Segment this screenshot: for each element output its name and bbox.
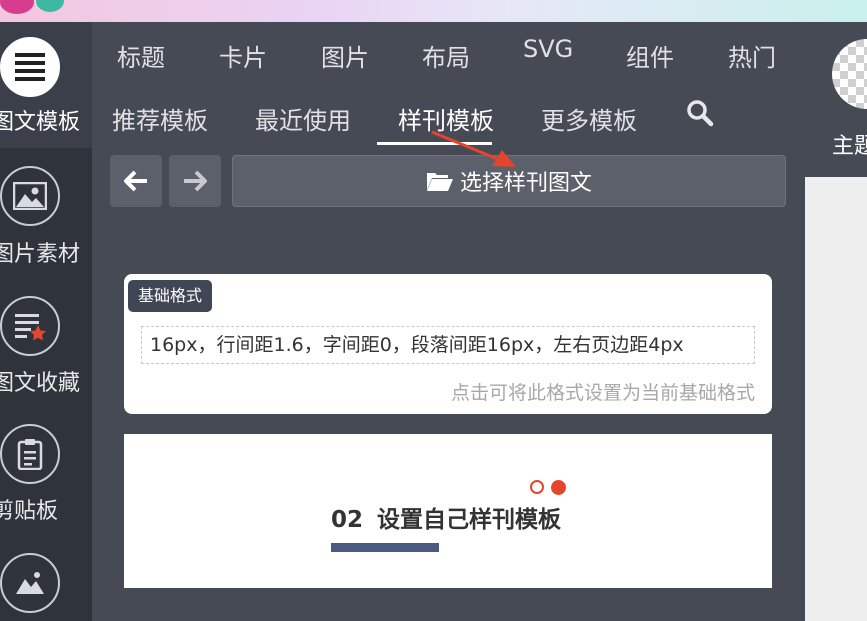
theme-label: 主题 xyxy=(832,134,867,159)
right-panel xyxy=(805,177,867,621)
nav-image[interactable]: 图片 xyxy=(321,38,369,73)
search-icon[interactable] xyxy=(686,99,714,131)
format-text: 16px，行间距1.6，字间距0，段落间距16px，左右页边距4px xyxy=(141,326,755,364)
logo-green-icon xyxy=(36,0,64,12)
filled-dot-icon xyxy=(551,480,566,495)
tab-sample-templates[interactable]: 样刊模板 xyxy=(398,101,494,136)
base-format-badge: 基础格式 xyxy=(128,280,213,312)
top-strip xyxy=(0,0,867,22)
logo-pink-icon xyxy=(0,0,34,14)
template-number: 02 xyxy=(331,507,364,533)
template-title: 02 设置自己样刊模板 xyxy=(331,500,561,534)
template-title-bar xyxy=(331,543,439,552)
nav-card[interactable]: 卡片 xyxy=(219,38,267,73)
theme-avatar[interactable] xyxy=(832,39,867,109)
tab-recent[interactable]: 最近使用 xyxy=(255,101,351,136)
star-document-icon xyxy=(0,296,60,356)
arrow-right-icon xyxy=(184,170,207,192)
sidebar-item-label: 图片素材 xyxy=(0,242,81,267)
arrow-left-icon xyxy=(124,170,147,192)
sidebar-item-label: 剪贴板 xyxy=(0,499,59,524)
folder-open-icon xyxy=(426,173,453,191)
format-hint[interactable]: 点击可将此格式设置为当前基础格式 xyxy=(451,378,755,405)
picture-icon xyxy=(0,553,60,613)
hollow-dot-icon xyxy=(530,480,544,494)
nav-title[interactable]: 标题 xyxy=(117,38,165,73)
back-button[interactable] xyxy=(110,155,162,207)
sidebar-item-label: 图文收藏 xyxy=(0,371,81,396)
sidebar-item-label: 图文模板 xyxy=(0,110,81,135)
tab-recommended[interactable]: 推荐模板 xyxy=(112,101,208,136)
nav-layout[interactable]: 布局 xyxy=(422,38,470,73)
list-icon xyxy=(0,37,60,97)
base-format-card[interactable]: 基础格式 16px，行间距1.6，字间距0，段落间距16px，左右页边距4px … xyxy=(124,274,772,414)
select-sample-label: 选择样刊图文 xyxy=(459,171,592,196)
active-tab-underline xyxy=(377,142,492,145)
nav-popular[interactable]: 热门 xyxy=(728,38,776,73)
template-preview-card[interactable]: 02 设置自己样刊模板 xyxy=(124,434,772,588)
template-title-text: 设置自己样刊模板 xyxy=(377,507,562,533)
nav-components[interactable]: 组件 xyxy=(626,38,674,73)
image-icon xyxy=(0,166,60,226)
select-sample-button[interactable]: 选择样刊图文 xyxy=(232,155,786,207)
tab-more-templates[interactable]: 更多模板 xyxy=(541,101,637,136)
clipboard-icon xyxy=(0,424,60,484)
forward-button[interactable] xyxy=(169,155,221,207)
nav-svg[interactable]: SVG xyxy=(523,35,573,63)
